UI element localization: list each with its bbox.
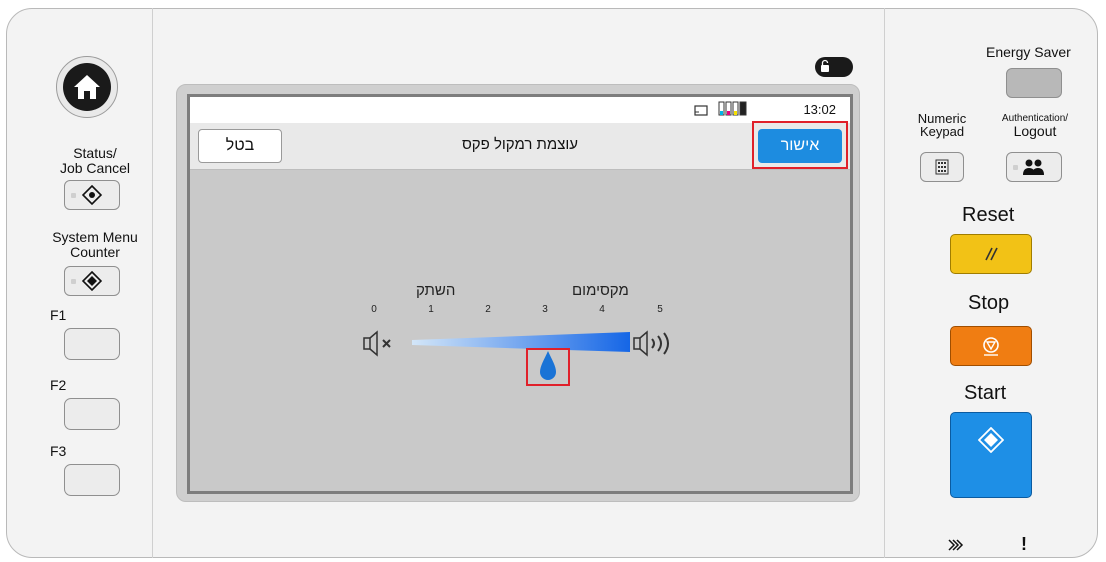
- reset-slash-icon: [985, 247, 998, 261]
- moon-icon: [1031, 77, 1037, 89]
- f3-label: F3: [50, 443, 67, 459]
- system-menu-label: System Menu Counter: [36, 230, 154, 260]
- authentication-logout-button[interactable]: [1006, 152, 1062, 182]
- f2-button[interactable]: [64, 398, 120, 430]
- status-job-cancel-button[interactable]: [64, 180, 120, 210]
- stop-icon: [983, 337, 999, 356]
- lock-toggle[interactable]: [814, 56, 854, 78]
- start-button[interactable]: [950, 412, 1032, 498]
- numeric-keypad-label: Numeric Keypad: [912, 112, 972, 138]
- status-bar: 13:02: [190, 97, 850, 123]
- numeric-keypad-button[interactable]: [920, 152, 964, 182]
- system-menu-label-line2: Counter: [70, 244, 120, 260]
- home-icon: [63, 63, 111, 111]
- title-bar: בטל עוצמת רמקול פקס אישור: [190, 123, 850, 170]
- home-button[interactable]: [56, 56, 118, 118]
- system-menu-label-line1: System Menu: [52, 229, 138, 245]
- status-label-line1: Status/: [73, 145, 117, 161]
- tick-label: 4: [599, 304, 605, 315]
- led-indicator: [1013, 165, 1018, 170]
- authentication-label-line2: Logout: [1013, 123, 1057, 139]
- led-indicator: [71, 279, 76, 284]
- f1-button[interactable]: [64, 328, 120, 360]
- screen-title: עוצמת רמקול פקס: [461, 136, 579, 153]
- stop-button[interactable]: [950, 326, 1032, 366]
- led-indicator: [71, 193, 76, 198]
- keypad-icon: [935, 159, 949, 175]
- data-indicator-icon: [948, 539, 964, 551]
- reset-label: Reset: [962, 204, 1015, 226]
- right-divider: [884, 8, 885, 558]
- eye-diamond-icon: [82, 185, 102, 205]
- clock: 13:02: [803, 102, 836, 117]
- f3-button[interactable]: [64, 464, 120, 496]
- start-label: Start: [964, 382, 1007, 404]
- users-icon: [1023, 159, 1044, 175]
- tick-label: 1: [428, 304, 434, 315]
- max-label: מקסימום: [572, 282, 629, 299]
- stop-label: Stop: [968, 292, 1010, 314]
- max-speaker-icon: [633, 330, 669, 357]
- f1-label: F1: [50, 307, 67, 323]
- start-diamond-icon: [978, 427, 1004, 453]
- toner-icon: [718, 101, 747, 116]
- reset-button[interactable]: [950, 234, 1032, 274]
- mute-label: השתק: [416, 282, 456, 299]
- ok-button-highlight: [752, 121, 848, 169]
- fax-icon: [694, 105, 708, 116]
- energy-saver-label: Energy Saver: [986, 44, 1071, 60]
- status-label: Status/ Job Cancel: [40, 146, 150, 176]
- status-label-line2: Job Cancel: [59, 160, 131, 176]
- numeric-keypad-label-line2: Keypad: [919, 124, 965, 139]
- volume-slider[interactable]: [410, 330, 632, 356]
- left-divider: [152, 8, 153, 558]
- tick-label: 0: [371, 304, 377, 315]
- volume-knob-highlight: [526, 348, 570, 386]
- tick-label: 3: [542, 304, 548, 315]
- mute-speaker-icon: [363, 330, 391, 357]
- energy-saver-button[interactable]: [1006, 68, 1062, 98]
- f2-label: F2: [50, 377, 67, 393]
- cancel-button[interactable]: בטל: [198, 129, 282, 163]
- authentication-label: Authentication/ Logout: [992, 112, 1078, 138]
- attention-indicator: !: [1021, 534, 1027, 554]
- tick-label: 5: [657, 304, 663, 315]
- system-menu-button[interactable]: [64, 266, 120, 296]
- tick-label: 2: [485, 304, 491, 315]
- diamond-icon: [82, 271, 102, 291]
